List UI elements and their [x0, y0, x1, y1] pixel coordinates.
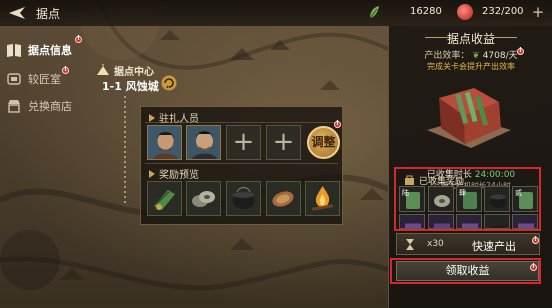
- adjust-alert-badge: [334, 119, 341, 128]
- add-hero-slot-1[interactable]: +: [226, 125, 261, 160]
- nav-item-exchange-shop[interactable]: 兑换商店: [6, 98, 72, 114]
- fast-produce-alert-badge: [532, 235, 539, 244]
- section-arrow-icon: [149, 113, 155, 122]
- hourglass-icon: [406, 239, 414, 250]
- page-title: 据点: [36, 7, 61, 21]
- claim-alert-badge: [530, 262, 537, 271]
- shop-icon: [8, 100, 20, 113]
- collected-item-1[interactable]: 陆: [399, 186, 425, 212]
- collected-item-7[interactable]: [428, 214, 454, 229]
- collected-item-10[interactable]: [512, 214, 538, 229]
- nav-item-workshop[interactable]: 较匠室: [6, 71, 61, 87]
- collected-item-9[interactable]: [484, 214, 510, 229]
- reward-item-coins[interactable]: [186, 181, 221, 216]
- fast-produce-label: 快速产出: [472, 240, 516, 253]
- rewards-preview-header: 奖励预览: [149, 166, 199, 181]
- back-arrow-icon[interactable]: [8, 5, 26, 21]
- item-tag: 陆: [402, 189, 409, 197]
- hero-portrait-image: [187, 126, 220, 159]
- section-arrow-icon: [149, 169, 155, 178]
- collected-bag-icon: [405, 175, 414, 185]
- garrison-hero-portrait-2[interactable]: [186, 125, 221, 160]
- nav-label: 兑换商店: [28, 100, 72, 113]
- leaf-resource-icon: ❦: [472, 51, 480, 61]
- coins-icon: [192, 191, 215, 207]
- collected-item-2[interactable]: [428, 186, 454, 212]
- resource-count: 16280: [410, 6, 442, 17]
- book-icon: [7, 44, 21, 57]
- nav-label: 较匠室: [28, 73, 61, 86]
- reward-chest-image: [427, 88, 511, 148]
- rate-value: 4708/天: [482, 51, 518, 61]
- connector-line: [124, 96, 126, 206]
- hero-portrait-image: [148, 126, 181, 159]
- nav-item-stronghold-info[interactable]: 据点信息: [6, 42, 72, 58]
- collected-item-6[interactable]: [399, 214, 425, 229]
- claim-income-button[interactable]: 领取收益: [396, 261, 539, 281]
- fast-produce-count: x30: [427, 239, 444, 249]
- purple-item-icon: [405, 223, 421, 228]
- fast-produce-button[interactable]: x30 快速产出: [396, 233, 540, 255]
- tent-icon: [97, 64, 109, 75]
- green-scroll-icon: [154, 190, 175, 210]
- rewards-preview-title: 奖励预览: [159, 170, 199, 181]
- cauldron-icon: [491, 225, 505, 228]
- add-stamina-button[interactable]: +: [530, 4, 546, 20]
- divider: [145, 122, 338, 123]
- collected-item-3[interactable]: 肆: [456, 186, 482, 212]
- stronghold-center-label: 据点中心: [114, 67, 154, 78]
- collected-rewards-box: 已收集奖励 陆 肆 贰: [394, 167, 541, 231]
- rate-hint: 完成关卡会提升产出效率: [427, 62, 515, 71]
- refresh-icon[interactable]: [161, 75, 177, 91]
- coins-icon: [434, 195, 450, 207]
- item-tag: 贰: [515, 189, 522, 197]
- adjust-garrison-button[interactable]: 调整: [307, 126, 340, 159]
- garrison-hero-portrait-1[interactable]: [147, 125, 182, 160]
- stronghold-alert-badge: [75, 34, 82, 43]
- stamina-icon: [457, 4, 473, 20]
- stronghold-city-name: 1-1 风蚀城: [102, 80, 159, 93]
- bonfire-icon: [311, 186, 334, 211]
- anvil-icon: [7, 73, 21, 85]
- collected-item-5[interactable]: 贰: [512, 186, 538, 212]
- leaf-resource-icon: [369, 6, 379, 19]
- reward-item-cauldron[interactable]: [226, 181, 261, 216]
- add-hero-slot-2[interactable]: +: [266, 125, 301, 160]
- stamina-count: 232/200: [482, 6, 524, 17]
- income-title: 据点收益: [446, 32, 495, 46]
- collected-item-8[interactable]: [456, 214, 482, 229]
- reward-item-green-scroll[interactable]: [147, 181, 182, 216]
- purple-item-icon: [434, 223, 450, 228]
- cauldron-icon: [490, 194, 506, 208]
- top-bar: 据点 16280 232/200 +: [0, 0, 552, 26]
- collected-item-4[interactable]: [484, 186, 510, 212]
- purple-item-icon: [518, 223, 534, 228]
- meat-icon: [272, 191, 294, 207]
- rate-label: 产出效率：: [424, 51, 470, 61]
- production-rate-row: 产出效率： ❦ 4708/天: [389, 48, 552, 61]
- workshop-alert-badge: [62, 65, 69, 74]
- item-tag: 肆: [459, 189, 466, 197]
- reward-item-meat[interactable]: [266, 181, 301, 216]
- garrison-panel: 驻扎人员 + + 调整 奖励预览: [140, 106, 343, 225]
- divider: [145, 163, 338, 164]
- nav-label: 据点信息: [28, 44, 72, 57]
- rate-alert-badge: [517, 46, 524, 55]
- reward-item-bonfire[interactable]: [305, 181, 340, 216]
- black-cauldron-icon: [232, 186, 255, 209]
- purple-item-icon: [462, 223, 478, 228]
